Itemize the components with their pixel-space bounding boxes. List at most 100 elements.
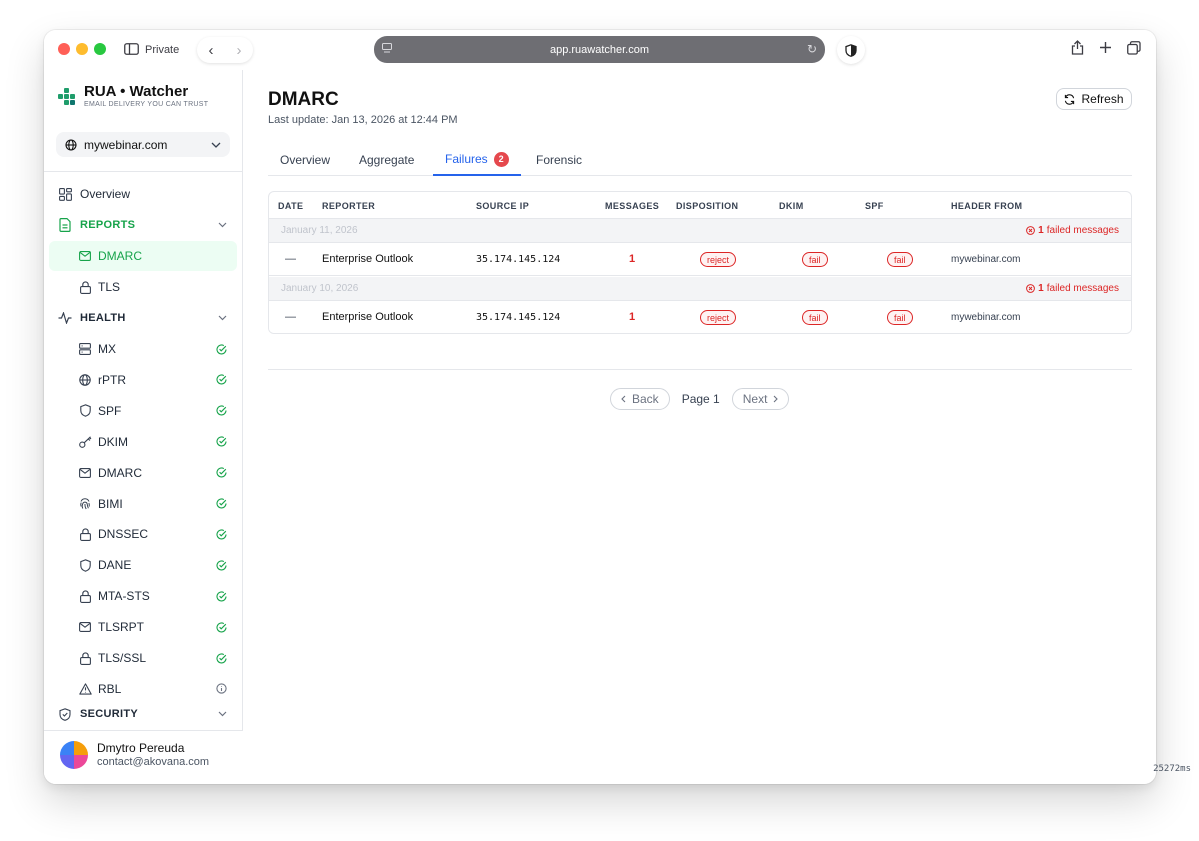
brand[interactable]: RUA • Watcher EMAIL DELIVERY YOU CAN TRU…	[58, 83, 208, 109]
cell-header-from: mywebinar.com	[951, 312, 1021, 323]
sidebar-item-dmarc-report[interactable]: DMARC	[49, 241, 237, 271]
failed-suffix: failed messages	[1046, 283, 1119, 294]
reload-icon[interactable]: ↻	[807, 42, 817, 56]
sidebar-item-spf[interactable]: SPF	[49, 396, 237, 426]
report-icon	[58, 218, 72, 232]
date-group-row: January 10, 2026 1 failed messages	[269, 277, 1131, 301]
close-window-button[interactable]	[58, 43, 70, 55]
minimize-window-button[interactable]	[76, 43, 88, 55]
sidebar-item-rptr[interactable]: rPTR	[49, 365, 237, 395]
table-header: DATE REPORTER SOURCE IP MESSAGES DISPOSI…	[269, 192, 1131, 219]
tab-label: Aggregate	[359, 153, 415, 167]
check-circle-icon	[215, 498, 227, 510]
browser-actions	[1064, 37, 1148, 63]
column-header-spf: SPF	[865, 201, 884, 211]
sidebar-section-security[interactable]: SECURITY	[49, 704, 237, 722]
pulse-icon	[58, 311, 72, 325]
spf-badge: fail	[887, 252, 913, 267]
lock-icon	[78, 589, 92, 603]
user-name: Dmytro Pereuda	[97, 741, 185, 755]
tab-label: Failures	[445, 152, 488, 166]
cell-reporter: Enterprise Outlook	[322, 253, 414, 265]
globe-icon	[65, 138, 77, 151]
refresh-button[interactable]: Refresh	[1056, 88, 1132, 110]
tab-overview[interactable]: Overview	[268, 144, 342, 176]
sidebar-section-health[interactable]: HEALTH	[49, 303, 237, 333]
spf-badge: fail	[887, 310, 913, 325]
date-group-row: January 11, 2026 1 failed messages	[269, 219, 1131, 243]
page-indicator: Page 1	[681, 392, 720, 406]
chevron-right-icon	[774, 395, 779, 403]
chevron-down-icon	[211, 142, 221, 148]
sidebar-item-rbl[interactable]: RBL	[49, 674, 237, 704]
back-arrow-icon[interactable]: ‹	[209, 43, 214, 58]
brand-name: RUA • Watcher	[84, 83, 189, 100]
domain-select[interactable]: mywebinar.com	[56, 132, 230, 157]
check-circle-icon	[215, 590, 227, 602]
failed-suffix: failed messages	[1046, 225, 1119, 236]
refresh-label: Refresh	[1081, 92, 1124, 106]
tab-forensic[interactable]: Forensic	[524, 144, 594, 176]
sidebar-section-label: SECURITY	[80, 708, 139, 720]
sidebar-toggle-button[interactable]: Private	[118, 38, 189, 62]
cell-header-from: mywebinar.com	[951, 254, 1021, 265]
sidebar-item-label: MTA-STS	[98, 589, 150, 604]
sidebar-item-label: DKIM	[98, 434, 128, 449]
sidebar-item-tls-ssl[interactable]: TLS/SSL	[49, 643, 237, 673]
tab-aggregate[interactable]: Aggregate	[347, 144, 426, 176]
shield-icon	[845, 43, 857, 57]
column-header-reporter: REPORTER	[322, 201, 376, 211]
chevron-down-icon	[218, 222, 227, 228]
server-icon	[78, 342, 92, 356]
sidebar-item-dmarc[interactable]: DMARC	[49, 458, 237, 488]
sidebar-item-bimi[interactable]: BIMI	[49, 489, 237, 519]
next-label: Next	[742, 392, 768, 406]
sidebar-section-label: REPORTS	[80, 219, 136, 231]
sidebar-item-mta-sts[interactable]: MTA-STS	[49, 581, 237, 611]
disposition-badge: reject	[700, 310, 737, 325]
sidebar-item-label: TLS/SSL	[98, 651, 147, 665]
sidebar-item-label: SPF	[98, 403, 122, 418]
tab-label: Overview	[280, 153, 331, 167]
group-failed-count: 1 failed messages	[1026, 225, 1119, 236]
share-icon[interactable]	[1071, 40, 1084, 60]
user-profile[interactable]: Dmytro Pereuda contact@akovana.com	[44, 730, 243, 784]
tab-label: Forensic	[536, 153, 583, 167]
next-page-button[interactable]: Next	[731, 388, 790, 410]
sidebar-item-tls-report[interactable]: TLS	[49, 272, 237, 302]
warning-icon	[78, 682, 92, 696]
new-tab-icon[interactable]	[1099, 41, 1112, 59]
sidebar-item-mx[interactable]: MX	[49, 334, 237, 364]
tab-overview-icon[interactable]	[1126, 40, 1141, 60]
dkim-badge: fail	[802, 310, 828, 325]
sidebar-item-overview[interactable]: Overview	[49, 179, 237, 209]
sidebar-item-label: MX	[98, 342, 116, 356]
domain-select-value: mywebinar.com	[84, 137, 168, 152]
privacy-shield-button[interactable]	[837, 36, 865, 64]
sidebar-item-label: TLSRPT	[98, 620, 145, 635]
tab-failures[interactable]: Failures 2	[433, 144, 521, 176]
sidebar-item-dane[interactable]: DANE	[49, 550, 237, 580]
forward-arrow-icon[interactable]: ›	[237, 43, 242, 58]
sidebar-item-dnssec[interactable]: DNSSEC	[49, 519, 237, 549]
back-page-button[interactable]: Back	[610, 388, 670, 410]
table-row[interactable]: — Enterprise Outlook 35.174.145.124 1 re…	[269, 243, 1131, 276]
dkim-badge: fail	[802, 252, 828, 267]
sidebar-section-reports[interactable]: REPORTS	[49, 210, 237, 240]
lock-icon	[78, 280, 92, 294]
table-row[interactable]: — Enterprise Outlook 35.174.145.124 1 re…	[269, 301, 1131, 333]
key-icon	[78, 435, 92, 449]
sidebar-item-dkim[interactable]: DKIM	[49, 427, 237, 457]
group-date: January 10, 2026	[281, 283, 359, 294]
zoom-window-button[interactable]	[94, 43, 106, 55]
sidebar-item-tlsrpt[interactable]: TLSRPT	[49, 612, 237, 642]
refresh-icon	[1065, 93, 1075, 105]
address-bar[interactable]: app.ruawatcher.com ↻	[374, 36, 825, 63]
sidebar-item-label: TLS	[98, 280, 121, 294]
cell-date: —	[285, 311, 296, 323]
column-header-header-from: HEADER FROM	[951, 201, 1023, 211]
lock-icon	[78, 527, 92, 541]
check-circle-icon	[215, 621, 227, 633]
failed-count: 1	[1038, 225, 1044, 236]
chevron-down-icon	[218, 315, 227, 321]
